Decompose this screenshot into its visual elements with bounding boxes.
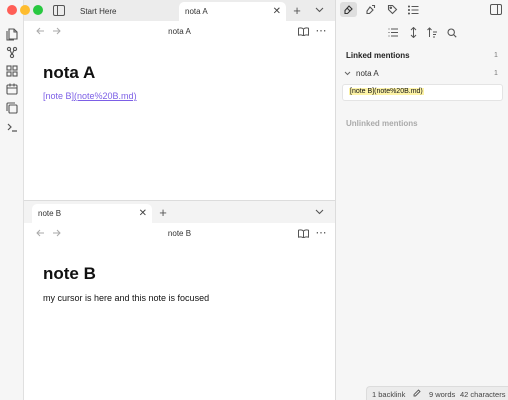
editor-pane-bottom: note B ⋯ note B my cursor is here and th… [24, 223, 335, 400]
linked-mentions-count: 1 [494, 52, 498, 59]
tags-tab-icon[interactable] [385, 2, 400, 17]
sort-icon[interactable] [426, 26, 439, 39]
backlink-file-name[interactable]: nota A [356, 69, 379, 78]
outgoing-links-tab-icon[interactable] [363, 2, 378, 17]
linked-mentions-heading[interactable]: Linked mentions [346, 51, 410, 60]
note-paragraph[interactable]: my cursor is here and this note is focus… [43, 293, 209, 303]
sidebar-toggle-icon[interactable] [489, 3, 503, 16]
backlink-count[interactable]: 1 backlink [372, 390, 405, 399]
zoom-window-button[interactable] [33, 5, 43, 15]
character-count: 42 characters [460, 390, 506, 399]
minimize-window-button[interactable] [20, 5, 30, 15]
close-window-button[interactable] [7, 5, 17, 15]
new-tab-icon[interactable]: + [290, 3, 304, 18]
more-options-icon[interactable]: ⋯ [314, 24, 328, 37]
reading-view-icon[interactable] [296, 227, 310, 239]
tab-nota-a[interactable]: nota A ✕ [179, 2, 286, 21]
sidebar-toggle-icon[interactable] [52, 4, 66, 17]
backlinks-tab-icon[interactable] [340, 2, 357, 17]
backlink-match[interactable]: [note B](note%20B.md) [342, 84, 503, 101]
chevron-down-icon[interactable] [313, 4, 325, 16]
search-icon[interactable] [445, 26, 458, 39]
note-heading: nota A [43, 63, 96, 82]
copy-icon[interactable] [5, 101, 19, 115]
backlink-file-count: 1 [494, 70, 498, 77]
unlinked-mentions-heading[interactable]: Unlinked mentions [346, 119, 418, 128]
reading-view-icon[interactable] [296, 25, 310, 37]
tab-start-here[interactable]: Start Here [74, 2, 174, 21]
left-ribbon [0, 0, 24, 400]
mention-text: [note B](note%20B.md) [349, 88, 424, 95]
collapse-results-icon[interactable] [387, 26, 400, 39]
canvas-icon[interactable] [5, 64, 19, 78]
outline-tab-icon[interactable] [406, 2, 421, 17]
show-more-context-icon[interactable] [407, 26, 420, 39]
note-title-nav[interactable]: note B [24, 229, 335, 238]
terminal-icon[interactable] [5, 120, 19, 134]
files-icon[interactable] [5, 27, 19, 41]
more-options-icon[interactable]: ⋯ [314, 226, 328, 239]
markdown-link[interactable]: [note B](note%20B.md) [43, 91, 137, 101]
link-url[interactable]: (note%20B.md) [74, 91, 137, 101]
close-tab-icon[interactable]: ✕ [273, 2, 281, 21]
status-bar: 1 backlink 9 words 42 characters [366, 386, 508, 400]
tab-note-b[interactable]: note B ✕ [32, 204, 152, 223]
editor-pane-top: nota A ⋯ nota A [note B](note%20B.md) [24, 21, 335, 200]
right-sidebar: Linked mentions 1 nota A 1 [note B](note… [335, 0, 508, 400]
note-title-nav[interactable]: nota A [24, 27, 335, 36]
chevron-down-icon[interactable] [343, 69, 351, 77]
pencil-icon[interactable] [413, 389, 421, 399]
word-count: 9 words [429, 390, 456, 399]
calendar-icon[interactable] [5, 82, 19, 96]
note-heading: note B [43, 264, 96, 283]
close-tab-icon[interactable]: ✕ [139, 204, 147, 223]
link-text: [note B] [43, 91, 75, 101]
pane2-tab-bar: note B ✕ + [24, 201, 335, 223]
new-tab-icon[interactable]: + [156, 205, 170, 220]
graph-icon[interactable] [5, 45, 19, 59]
chevron-down-icon[interactable] [313, 206, 325, 218]
